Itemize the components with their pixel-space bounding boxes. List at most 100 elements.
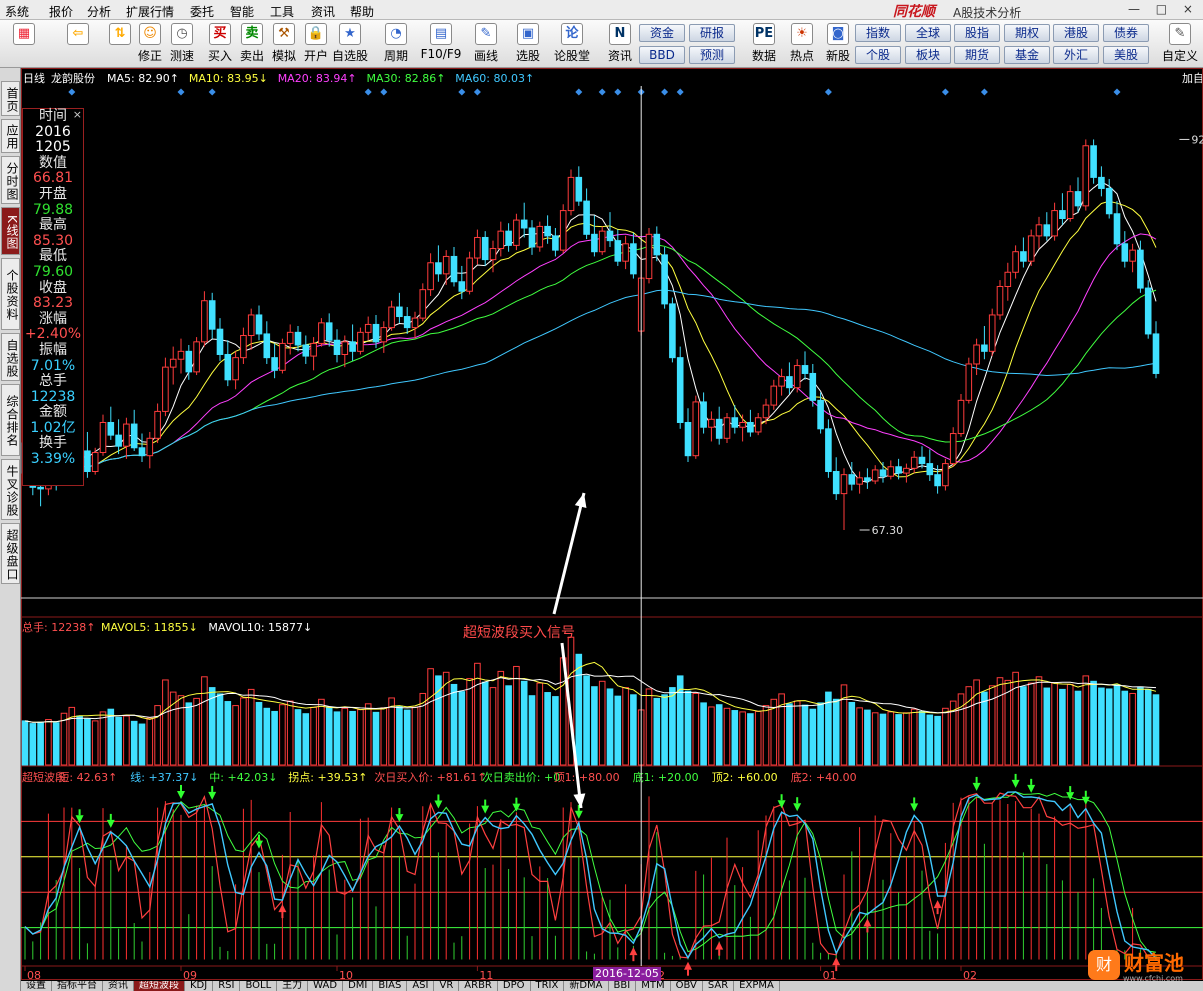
side-tab-4[interactable]: 个股资料: [1, 258, 20, 330]
menu-item-tools[interactable]: 工具: [270, 3, 294, 20]
indicator-tab-10[interactable]: BIAS: [373, 981, 408, 991]
candle-body: [388, 306, 395, 329]
toolbar-button-period[interactable]: ◔ 周期: [376, 22, 416, 66]
toolbar-button-f10[interactable]: ▤ F10/F9: [418, 22, 464, 66]
toolbar-button-news[interactable]: N 资讯: [600, 22, 640, 66]
side-tab-7[interactable]: 牛叉诊股: [1, 459, 20, 520]
indicator-tab-6[interactable]: BOLL: [240, 981, 278, 991]
quick-button-0-6[interactable]: 港股: [1053, 24, 1099, 42]
side-tab-8[interactable]: 超级盘口: [1, 523, 20, 584]
indicator-tab-14[interactable]: DPO: [498, 981, 531, 991]
volume-bar: [76, 715, 83, 766]
kline-chart[interactable]: 日线 龙韵股份 MA5: 82.90↑ MA10: 83.95↓ MA20: 83.94…: [21, 68, 1203, 981]
side-tab-6[interactable]: 综合排名: [1, 384, 20, 456]
quick-button-1-7[interactable]: 美股: [1103, 46, 1149, 64]
indicator-tab-15[interactable]: TRIX: [531, 981, 565, 991]
brand-logo: 同花顺: [893, 4, 935, 20]
side-tab-2[interactable]: 分时图: [1, 156, 20, 204]
quick-button-1-0[interactable]: BBD: [639, 46, 685, 64]
toolbar-button-hot[interactable]: ☀ 热点: [782, 22, 822, 66]
quick-button-1-1[interactable]: 预测: [689, 46, 735, 64]
quick-button-1-4[interactable]: 期货: [954, 46, 1000, 64]
sell-arrow-icon: [208, 791, 217, 800]
toolbar-button-stock-pick[interactable]: ▣ 选股: [508, 22, 548, 66]
candle-body: [177, 350, 185, 360]
indicator-tab-5[interactable]: RSI: [213, 981, 241, 991]
indicator-tab-2[interactable]: 资讯: [103, 981, 134, 991]
side-tab-5[interactable]: 自选股: [1, 333, 20, 381]
close-icon[interactable]: ×: [73, 107, 82, 123]
indicator-tab-3[interactable]: 超短波段: [134, 981, 185, 991]
indicator-tab-7[interactable]: 主力: [277, 981, 309, 991]
menu-item-help[interactable]: 帮助: [350, 3, 374, 20]
volume-bar: [536, 682, 544, 766]
quick-button-1-5[interactable]: 基金: [1004, 46, 1050, 64]
buy-arrow-stem: [866, 926, 869, 933]
menu-item-quote[interactable]: 报价: [49, 3, 73, 20]
side-tab-0[interactable]: 首页: [1, 81, 20, 116]
menu-item-news[interactable]: 资讯: [311, 3, 335, 20]
indicator-tab-18[interactable]: MTM: [636, 981, 671, 991]
candle-body: [575, 176, 583, 202]
menu-item-analysis[interactable]: 分析: [87, 3, 111, 20]
indicator-tab-12[interactable]: VR: [434, 981, 460, 991]
toolbar-button-back[interactable]: ⇦: [58, 22, 98, 66]
toolbar-button-draw[interactable]: ✎ 画线: [466, 22, 506, 66]
quick-button-1-2[interactable]: 个股: [855, 46, 901, 64]
toolbar-button-watchlist[interactable]: ★ 自选股: [330, 22, 370, 66]
volume-bar: [1113, 684, 1121, 766]
candle-body: [427, 262, 434, 291]
indicator-tab-9[interactable]: DMI: [343, 981, 374, 991]
quick-button-1-3[interactable]: 板块: [905, 46, 951, 64]
volume-bar: [856, 707, 863, 766]
toolbar-button-forum[interactable]: 论论股堂: [552, 22, 592, 66]
sell-arrow-stem: [211, 785, 214, 792]
quick-button-0-0[interactable]: 资金: [639, 24, 685, 42]
window-controls[interactable]: — □ ×: [1128, 2, 1199, 16]
candle-body: [341, 341, 349, 355]
quick-button-1-6[interactable]: 外汇: [1053, 46, 1099, 64]
quick-button-0-1[interactable]: 研报: [689, 24, 735, 42]
toolbar-button-data[interactable]: PE 数据: [744, 22, 784, 66]
indicator-tab-8[interactable]: WAD: [308, 981, 344, 991]
volume-bar: [513, 665, 520, 766]
hot-icon: ☀: [791, 23, 813, 45]
side-tab-1[interactable]: 应用: [1, 119, 20, 153]
signal-diamond: [68, 88, 76, 96]
toolbar-button-ipo[interactable]: ◙ 新股: [818, 22, 858, 66]
indicator-tab-17[interactable]: BBI: [609, 981, 637, 991]
quick-button-0-7[interactable]: 债券: [1103, 24, 1149, 42]
indicator-tab-13[interactable]: ARBR: [459, 981, 498, 991]
candle-body: [380, 327, 388, 343]
volume-bar: [1059, 688, 1066, 766]
indicator-tab-21[interactable]: EXPMA: [734, 981, 780, 991]
indicator-tab-19[interactable]: OBV: [671, 981, 703, 991]
signal-diamond: [380, 88, 388, 96]
add-watch-tag[interactable]: 加自: [1182, 72, 1203, 85]
f10-icon: ▤: [430, 23, 452, 45]
menu-item-ext-market[interactable]: 扩展行情: [126, 3, 174, 20]
volume-bar: [388, 697, 395, 766]
quick-button-0-5[interactable]: 期权: [1004, 24, 1050, 42]
quick-button-0-2[interactable]: 指数: [855, 24, 901, 42]
volume-bar: [396, 705, 403, 766]
indicator-tab-4[interactable]: KDJ: [185, 981, 214, 991]
menu-item-system[interactable]: 系统: [5, 3, 29, 20]
indicator-tab-16[interactable]: 新DMA: [564, 981, 609, 991]
menu-item-trade[interactable]: 委托: [190, 3, 214, 20]
volume-bar: [1090, 680, 1097, 766]
candle-body: [1020, 251, 1027, 262]
indicator-tab-11[interactable]: ASI: [407, 981, 435, 991]
indicator-tab-20[interactable]: SAR: [703, 981, 735, 991]
volume-bar: [552, 696, 559, 766]
toolbar-button-custom[interactable]: ✎ 自定义: [1160, 22, 1200, 66]
menu-item-smart[interactable]: 智能: [230, 3, 254, 20]
side-tab-3[interactable]: K线图: [1, 207, 20, 255]
quick-button-0-4[interactable]: 股指: [954, 24, 1000, 42]
toolbar-button-speed[interactable]: ◷ 测速: [162, 22, 202, 66]
draw-icon: ✎: [475, 23, 497, 45]
indicator-tab-0[interactable]: 设置: [21, 981, 52, 991]
quick-button-0-3[interactable]: 全球: [905, 24, 951, 42]
indicator-tab-1[interactable]: 指标平台: [52, 981, 103, 991]
toolbar-button-grid[interactable]: ▦: [4, 22, 44, 66]
